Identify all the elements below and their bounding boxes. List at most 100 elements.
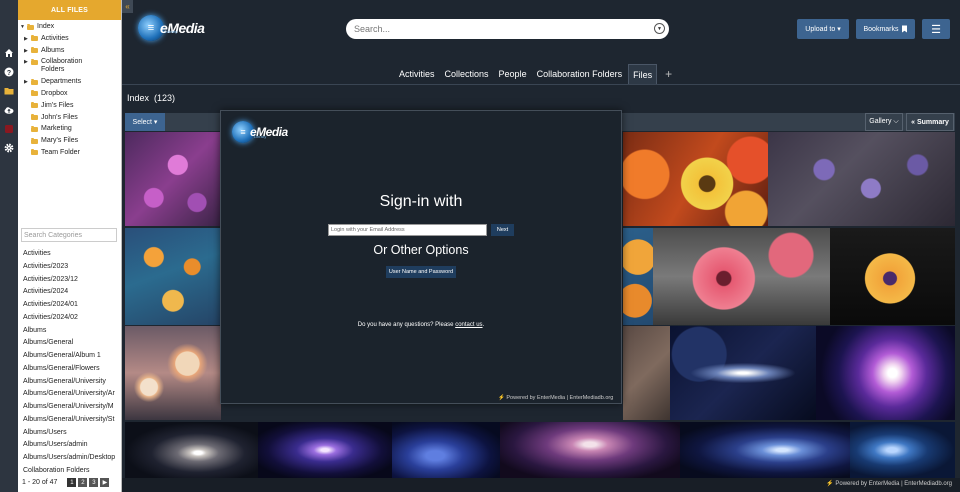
- category-item[interactable]: Albums/Users/admin: [23, 439, 119, 452]
- tree-item[interactable]: Jim's Files: [18, 102, 121, 110]
- gallery-thumbnail[interactable]: [623, 326, 670, 420]
- record-icon[interactable]: [4, 124, 14, 134]
- svg-text:?: ?: [7, 70, 11, 77]
- icon-rail: ?: [0, 0, 18, 492]
- category-item[interactable]: Albums: [23, 325, 119, 338]
- category-item[interactable]: Activities/2024/02: [23, 312, 119, 325]
- gallery-thumbnail[interactable]: [125, 228, 221, 325]
- gallery-thumbnail[interactable]: [830, 228, 955, 325]
- emedia-logo[interactable]: ≡ eMedia Library: [138, 13, 208, 43]
- category-item[interactable]: Albums/Users: [23, 427, 119, 440]
- email-field[interactable]: Login with your Email Address: [328, 224, 487, 236]
- tree-item-label: Marketing: [41, 125, 72, 133]
- gallery-thumbnail[interactable]: [500, 422, 680, 478]
- category-item[interactable]: Activities/2024: [23, 286, 119, 299]
- help-icon[interactable]: ?: [4, 67, 14, 77]
- tree-item[interactable]: Team Folder: [18, 149, 121, 157]
- gallery-thumbnail[interactable]: [623, 132, 768, 226]
- category-item[interactable]: Albums/General/Album 1: [23, 350, 119, 363]
- gallery-thumbnail[interactable]: [680, 422, 850, 478]
- gallery-thumbnail[interactable]: [653, 228, 830, 325]
- tree-item[interactable]: Marketing: [18, 125, 121, 133]
- folder-icon: [31, 90, 38, 97]
- folder-icon: [31, 78, 38, 85]
- page-3-button[interactable]: 3: [89, 478, 99, 487]
- expand-arrow-icon[interactable]: ▶: [24, 58, 31, 66]
- category-item[interactable]: Albums/General: [23, 337, 119, 350]
- folder-icon: [31, 149, 38, 156]
- page-1-button[interactable]: 1: [67, 478, 77, 487]
- search-input[interactable]: Search... ▼: [346, 19, 669, 39]
- gallery-thumbnail[interactable]: [125, 132, 221, 226]
- tab-collaboration-folders[interactable]: Collaboration Folders: [533, 64, 627, 84]
- collapse-sidebar-icon[interactable]: «: [122, 0, 133, 13]
- contact-us-link[interactable]: contact us: [455, 322, 482, 328]
- tree-item-label: Activities: [41, 34, 69, 42]
- gallery-view-button[interactable]: Gallery ⌵: [865, 113, 903, 131]
- settings-icon[interactable]: [4, 143, 14, 153]
- tree-item[interactable]: ▶ Departments: [18, 78, 121, 86]
- select-button[interactable]: Select ▾: [125, 113, 165, 131]
- category-item[interactable]: Albums/General/University/Ar: [23, 388, 119, 401]
- category-item[interactable]: Activities/2024/01: [23, 299, 119, 312]
- tree-item-label: Albums: [41, 46, 65, 54]
- tab-collections[interactable]: Collections: [441, 64, 493, 84]
- tree-item[interactable]: ▶ Albums: [18, 47, 121, 55]
- gallery-thumbnail[interactable]: [768, 132, 955, 226]
- category-item[interactable]: Activities/2023: [23, 261, 119, 274]
- home-icon[interactable]: [4, 48, 14, 58]
- bookmarks-button[interactable]: Bookmarks: [856, 19, 915, 39]
- tree-item-label: Departments: [41, 78, 82, 86]
- category-item[interactable]: Collaboration Folders: [23, 465, 119, 478]
- tree-item[interactable]: Mary's Files: [18, 137, 121, 145]
- gallery-thumbnail[interactable]: [125, 326, 221, 420]
- expand-arrow-icon[interactable]: ▶: [24, 35, 31, 43]
- gallery-thumbnail[interactable]: [623, 228, 653, 325]
- logo-subtitle: Library: [165, 29, 178, 34]
- expand-arrow-icon[interactable]: ▶: [24, 78, 31, 86]
- folder-icon: [31, 114, 38, 121]
- category-item[interactable]: Albums/General/University/M: [23, 401, 119, 414]
- gallery-thumbnail[interactable]: [816, 326, 955, 420]
- category-item[interactable]: Albums/General/Flowers: [23, 363, 119, 376]
- tree-item[interactable]: ▶ Collaboration Folders: [18, 58, 121, 74]
- category-item[interactable]: Albums/General/University/St: [23, 414, 119, 427]
- upload-cloud-icon[interactable]: [4, 105, 14, 115]
- modal-powered-by-footer[interactable]: ⚡ Powered by EnterMedia | EnterMediadb.o…: [498, 395, 613, 401]
- folder-icon[interactable]: [4, 86, 14, 96]
- category-item[interactable]: Albums/Users/admin/Desktop: [23, 452, 119, 465]
- category-search-input[interactable]: Search Categories: [21, 228, 117, 242]
- category-item[interactable]: Activities/2023/12: [23, 274, 119, 287]
- tab-people[interactable]: People: [495, 64, 531, 84]
- nav-divider: [122, 84, 960, 85]
- summary-button[interactable]: « Summary: [906, 113, 954, 131]
- expand-arrow-icon[interactable]: ▶: [24, 47, 31, 55]
- tree-item[interactable]: Dropbox: [18, 90, 121, 98]
- tree-item[interactable]: ▶ Activities: [18, 35, 121, 43]
- all-files-header: ALL FILES: [18, 0, 121, 20]
- gallery-thumbnail[interactable]: [392, 422, 500, 478]
- hamburger-menu-button[interactable]: ☰: [922, 19, 950, 39]
- search-options-chevron-icon[interactable]: ▼: [654, 23, 665, 34]
- gallery-thumbnail[interactable]: [125, 422, 258, 478]
- next-page-button[interactable]: ▶: [100, 478, 110, 487]
- username-password-button[interactable]: User Name and Password: [386, 266, 456, 278]
- powered-by-footer[interactable]: ⚡ Powered by EnterMedia | EnterMediadb.o…: [826, 480, 952, 487]
- search-placeholder: Search...: [354, 24, 391, 34]
- page-2-button[interactable]: 2: [78, 478, 88, 487]
- gallery-thumbnail[interactable]: [258, 422, 392, 478]
- sign-in-modal: [220, 110, 622, 404]
- tab-files[interactable]: Files: [628, 64, 658, 84]
- index-title: Index: [127, 93, 150, 103]
- tree-item[interactable]: ▼ Index: [18, 23, 121, 31]
- category-item[interactable]: Activities: [23, 248, 119, 261]
- tree-item[interactable]: John's Files: [18, 114, 121, 122]
- next-button[interactable]: Next: [491, 224, 514, 236]
- upload-to-button[interactable]: Upload to ▾: [797, 19, 849, 39]
- gallery-thumbnail[interactable]: [670, 326, 816, 420]
- expand-arrow-icon[interactable]: ▼: [20, 23, 27, 31]
- category-item[interactable]: Albums/General/University: [23, 376, 119, 389]
- gallery-thumbnail[interactable]: [850, 422, 955, 478]
- add-tab-icon[interactable]: +: [665, 67, 672, 81]
- tab-activities[interactable]: Activities: [395, 64, 439, 84]
